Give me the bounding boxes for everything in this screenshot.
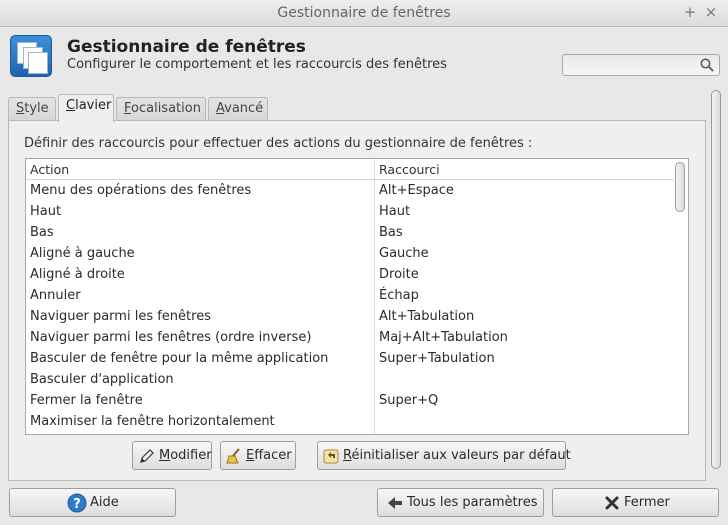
table-row[interactable]: Aligné à gauche Gauche — [26, 243, 674, 264]
close-button[interactable]: Fermer — [552, 488, 719, 517]
action-cell: Fermer la fenêtre — [30, 393, 143, 408]
page-title: Gestionnaire de fenêtres — [67, 37, 306, 57]
action-cell: Basculer de fenêtre pour la même applica… — [30, 351, 329, 366]
action-cell: Basculer d'application — [30, 372, 174, 387]
action-cell: Annuler — [30, 288, 81, 303]
svg-text:?: ? — [73, 497, 81, 512]
clear-button[interactable]: Effacer — [220, 441, 296, 470]
column-header-shortcut[interactable]: Raccourci — [379, 162, 440, 177]
action-cell: Menu des opérations des fenêtres — [30, 183, 252, 198]
table-row[interactable]: Fermer la fenêtre Super+Q — [26, 390, 674, 411]
tab-clavier[interactable]: Clavier — [58, 94, 114, 122]
shortcut-cell: Gauche — [379, 246, 429, 261]
shortcut-cell: Alt+Tabulation — [379, 309, 475, 324]
modify-button[interactable]: Modifier — [132, 441, 212, 470]
close-window-button[interactable]: × — [702, 3, 720, 21]
maximize-button[interactable]: + — [681, 3, 699, 21]
tab-focalisation[interactable]: Focalisation — [116, 97, 206, 121]
arrow-left-icon — [388, 497, 402, 509]
table-header: Action Raccourci — [26, 159, 674, 180]
table-row[interactable]: Annuler Échap — [26, 285, 674, 306]
shortcut-cell: Échap — [379, 288, 419, 303]
shortcut-cell: Droite — [379, 267, 419, 282]
search-input[interactable] — [562, 54, 720, 76]
shortcut-cell: Haut — [379, 204, 411, 219]
table-row[interactable]: Bas Bas — [26, 222, 674, 243]
search-icon — [700, 58, 714, 72]
shortcut-cell: Super+Tabulation — [379, 351, 495, 366]
page-subtitle: Configurer le comportement et les raccou… — [67, 57, 447, 72]
table-row[interactable]: Basculer d'application — [26, 369, 674, 390]
action-cell: Aligné à gauche — [30, 246, 135, 261]
window-manager-icon — [10, 35, 52, 77]
tab-style[interactable]: Style — [8, 97, 56, 121]
broom-icon — [226, 448, 240, 464]
keyboard-panel: Définir des raccourcis pour effectuer de… — [8, 120, 706, 481]
shortcuts-description: Définir des raccourcis pour effectuer de… — [24, 136, 533, 151]
shortcut-cell: Maj+Alt+Tabulation — [379, 330, 508, 345]
table-row[interactable]: Naviguer parmi les fenêtres (ordre inver… — [26, 327, 674, 348]
column-header-action[interactable]: Action — [30, 162, 69, 177]
revert-icon — [323, 449, 339, 464]
action-cell: Maximiser la fenêtre horizontalement — [30, 414, 275, 429]
reset-defaults-button[interactable]: Réinitialiser aux valeurs par défaut — [317, 441, 571, 470]
shortcuts-table: Action Raccourci Menu des opérations des… — [25, 158, 689, 435]
table-scrollbar-thumb[interactable] — [675, 162, 685, 212]
window-title: Gestionnaire de fenêtres — [277, 5, 451, 21]
dialog-footer: ? Aide Tous les paramètres Fermer — [0, 481, 728, 525]
action-cell: Aligné à droite — [30, 267, 125, 282]
dialog-header: Gestionnaire de fenêtres Configurer le c… — [0, 27, 728, 90]
window-titlebar: Gestionnaire de fenêtres + × — [0, 0, 728, 27]
help-icon: ? — [67, 493, 87, 513]
help-button[interactable]: ? Aide — [9, 488, 176, 517]
shortcut-cell: Alt+Espace — [379, 183, 454, 198]
close-icon — [605, 496, 619, 510]
action-cell: Bas — [30, 225, 54, 240]
action-cell: Naviguer parmi les fenêtres (ordre inver… — [30, 330, 312, 345]
table-row[interactable]: Basculer de fenêtre pour la même applica… — [26, 348, 674, 369]
table-scrollbar[interactable] — [675, 162, 685, 432]
table-row[interactable]: Menu des opérations des fenêtres Alt+Espa… — [26, 180, 674, 201]
all-settings-button[interactable]: Tous les paramètres — [377, 488, 544, 517]
table-row[interactable]: Aligné à droite Droite — [26, 264, 674, 285]
shortcut-cell: Bas — [379, 225, 403, 240]
table-row[interactable]: Maximiser la fenêtre horizontalement — [26, 411, 674, 432]
window-scrollbar-thumb[interactable] — [711, 90, 721, 469]
action-cell: Haut — [30, 204, 62, 219]
table-row[interactable]: Haut Haut — [26, 201, 674, 222]
pencil-icon — [140, 449, 154, 463]
shortcut-cell: Super+Q — [379, 393, 439, 408]
window-scrollbar[interactable] — [710, 90, 722, 480]
table-row[interactable]: Naviguer parmi les fenêtres Alt+Tabulatio… — [26, 306, 674, 327]
tab-avance[interactable]: Avancé — [208, 97, 268, 121]
action-cell: Naviguer parmi les fenêtres — [30, 309, 211, 324]
